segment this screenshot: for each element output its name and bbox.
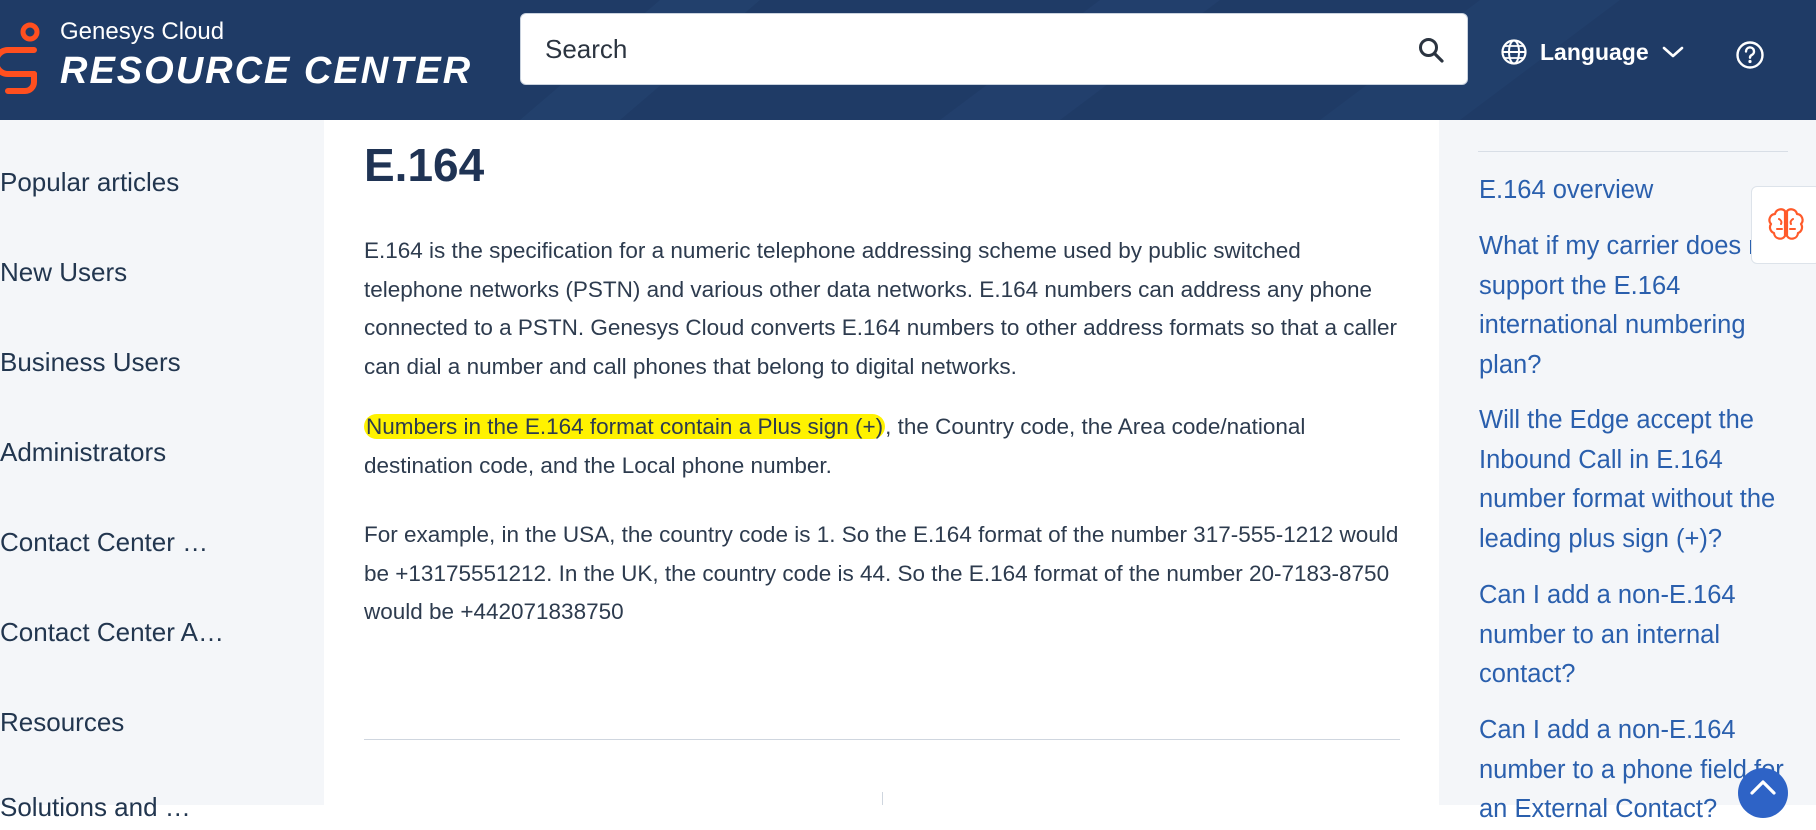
toc-link-internal-contact[interactable]: Can I add a non-E.164 number to an inter… [1479, 576, 1789, 695]
toc-link-overview[interactable]: E.164 overview [1479, 171, 1789, 211]
sidebar-item-resources[interactable]: Resources [0, 707, 124, 738]
toc-link-carrier-support[interactable]: What if my carrier does not support the … [1479, 227, 1789, 385]
genesys-logo-icon [0, 22, 40, 94]
article-paragraph-1: E.164 is the specification for a numeric… [364, 238, 1398, 379]
language-selector[interactable]: Language [1500, 38, 1685, 66]
globe-icon [1501, 39, 1527, 65]
page-title: E.164 [364, 139, 485, 191]
search-input[interactable] [521, 19, 1401, 79]
chevron-down-icon [1662, 46, 1683, 58]
article-paragraph-2: Numbers in the E.164 format contain a Pl… [364, 408, 1404, 485]
sidebar-item-solutions[interactable]: Solutions and … [0, 792, 191, 823]
sidebar-item-administrators[interactable]: Administrators [0, 437, 166, 468]
ai-assistant-tab[interactable] [1751, 186, 1816, 264]
toc-link-edge-inbound[interactable]: Will the Edge accept the Inbound Call in… [1479, 401, 1789, 559]
sidebar-item-new-users[interactable]: New Users [0, 257, 127, 288]
article-divider [364, 739, 1400, 740]
brain-icon [1768, 208, 1804, 240]
highlighted-text: Numbers in the E.164 format contain a Pl… [364, 414, 886, 439]
site-header: Genesys Cloud RESOURCE CENTER Language [0, 0, 1816, 120]
brand-title: RESOURCE CENTER [60, 50, 473, 92]
article-content: E.164 E.164 is the specification for a n… [324, 120, 1439, 805]
content-gutter [286, 120, 324, 805]
scroll-to-top-button[interactable] [1738, 768, 1788, 818]
sidebar-nav: Popular articles New Users Business User… [0, 120, 286, 822]
sidebar-item-contact-center[interactable]: Contact Center … [0, 527, 208, 558]
feedback-separator [882, 792, 883, 805]
sidebar-item-popular-articles[interactable]: Popular articles [0, 167, 179, 198]
toc-divider [1478, 151, 1788, 152]
sidebar-item-business-users[interactable]: Business Users [0, 347, 181, 378]
help-icon[interactable] [1735, 40, 1765, 70]
search-icon[interactable] [1417, 36, 1445, 64]
search-box [520, 13, 1468, 85]
sidebar-item-contact-center-admin[interactable]: Contact Center A… [0, 617, 224, 648]
chevron-up-icon [1750, 780, 1776, 795]
language-label: Language [1540, 38, 1649, 65]
article-paragraph-3: For example, in the USA, the country cod… [364, 522, 1399, 624]
toc-link-external-contact[interactable]: Can I add a non-E.164 number to a phone … [1479, 711, 1789, 830]
brand-subtitle: Genesys Cloud [60, 18, 225, 45]
